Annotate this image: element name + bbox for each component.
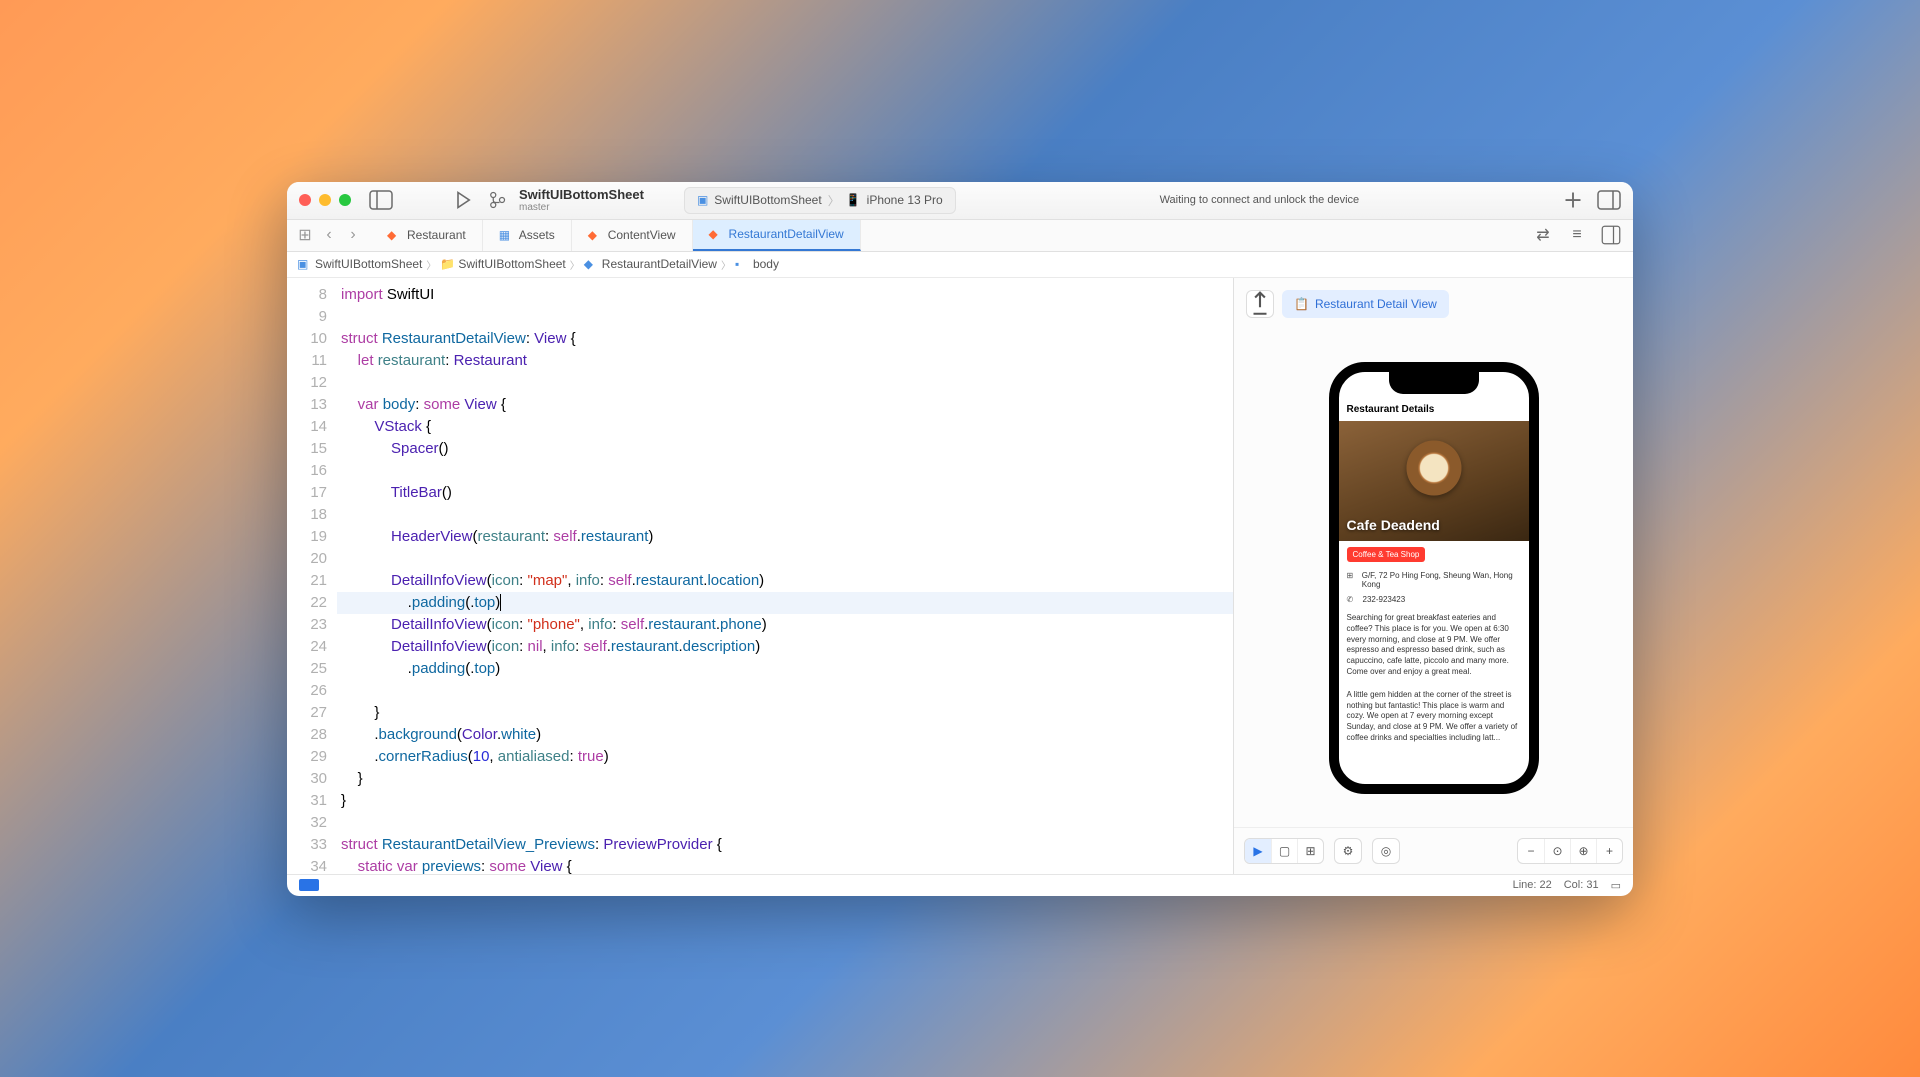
debug-area-icon[interactable]: ▭ xyxy=(1611,879,1621,892)
canvas-toggle-icon[interactable] xyxy=(1599,225,1623,245)
description-1: Searching for great breakfast eateries a… xyxy=(1339,607,1529,684)
tab-assets[interactable]: ▦Assets xyxy=(483,220,572,251)
tab-restaurant[interactable]: ◆Restaurant xyxy=(371,220,483,251)
toggle-navigator-icon[interactable] xyxy=(369,190,393,210)
line-gutter: 8910111213141516171819202122232425262728… xyxy=(287,278,337,874)
swift-icon: ◆ xyxy=(584,257,598,271)
tab-bar: ⊞ ‹ › ◆Restaurant▦Assets◆ContentView◆Res… xyxy=(287,220,1633,252)
address-row: ⊞ G/F, 72 Po Hing Fong, Sheung Wan, Hong… xyxy=(1339,568,1529,592)
variants-button[interactable]: ⊞ xyxy=(1297,839,1323,863)
preview-options-button[interactable]: ◎ xyxy=(1373,839,1399,863)
nav-back-icon[interactable]: ‹ xyxy=(319,226,339,244)
description-2: A little gem hidden at the corner of the… xyxy=(1339,684,1529,750)
statusbar: Line: 22 Col: 31 ▭ xyxy=(287,874,1633,896)
zoom-out-button[interactable]: − xyxy=(1518,839,1544,863)
property-icon: ▪ xyxy=(735,257,749,271)
swift-icon: ◆ xyxy=(588,228,602,242)
swift-icon: ◆ xyxy=(387,228,401,242)
category-badge: Coffee & Tea Shop xyxy=(1347,547,1426,562)
phone-icon: ✆ xyxy=(1347,595,1357,604)
code-content[interactable]: import SwiftUIstruct RestaurantDetailVie… xyxy=(337,278,1233,874)
latte-art xyxy=(1406,441,1461,496)
code-editor[interactable]: 8910111213141516171819202122232425262728… xyxy=(287,278,1233,874)
xcode-window: SwiftUIBottomSheet master ▣ SwiftUIBotto… xyxy=(287,182,1633,896)
library-icon[interactable] xyxy=(1597,190,1621,210)
swift-icon: ◆ xyxy=(709,227,723,241)
device-preview[interactable]: Restaurant Details Cafe Deadend Coffee &… xyxy=(1329,362,1539,794)
add-button[interactable] xyxy=(1561,190,1585,210)
device-settings-button[interactable]: ⚙ xyxy=(1335,839,1361,863)
selectable-button[interactable]: ▢ xyxy=(1271,839,1297,863)
project-title: SwiftUIBottomSheet xyxy=(519,187,644,202)
preview-toolbar: ▶ ▢ ⊞ ⚙ ◎ − ⊙ ⊕ + xyxy=(1234,827,1633,874)
zoom-window-button[interactable] xyxy=(339,194,351,206)
titlebar: SwiftUIBottomSheet master ▣ SwiftUIBotto… xyxy=(287,182,1633,220)
run-button[interactable] xyxy=(451,190,475,210)
close-window-button[interactable] xyxy=(299,194,311,206)
live-preview-button[interactable]: ▶ xyxy=(1245,839,1271,863)
hero-image: Cafe Deadend xyxy=(1339,421,1529,541)
scheme-selector[interactable]: ▣ SwiftUIBottomSheet 〉 📱 iPhone 13 Pro xyxy=(684,187,956,214)
status-message: Waiting to connect and unlock the device xyxy=(1160,194,1360,206)
pin-preview-button[interactable] xyxy=(1246,290,1274,318)
window-controls xyxy=(299,194,351,206)
zoom-fit-button[interactable]: ⊙ xyxy=(1544,839,1570,863)
preview-label[interactable]: 📋 Restaurant Detail View xyxy=(1282,290,1449,318)
folder-icon: 📁 xyxy=(440,257,454,271)
cursor-line: Line: 22 xyxy=(1513,879,1552,891)
tab-contentview[interactable]: ◆ContentView xyxy=(572,220,693,251)
phone-row: ✆ 232-923423 xyxy=(1339,592,1529,607)
clipboard-icon: 📋 xyxy=(1294,297,1309,311)
status-indicator xyxy=(299,879,319,891)
scheme-name: SwiftUIBottomSheet xyxy=(714,193,821,207)
preview-canvas: 📋 Restaurant Detail View Restaurant Deta… xyxy=(1233,278,1633,874)
app-icon: ▣ xyxy=(297,257,311,271)
nav-forward-icon[interactable]: › xyxy=(343,226,363,244)
main-area: 8910111213141516171819202122232425262728… xyxy=(287,278,1633,874)
device-notch xyxy=(1389,372,1479,394)
minimize-window-button[interactable] xyxy=(319,194,331,206)
assets-icon: ▦ xyxy=(499,228,513,242)
breadcrumb[interactable]: ▣ SwiftUIBottomSheet 〉 📁 SwiftUIBottomSh… xyxy=(287,252,1633,278)
sync-icon[interactable]: ⇄ xyxy=(1531,225,1555,245)
zoom-actual-button[interactable]: ⊕ xyxy=(1570,839,1596,863)
map-icon: ⊞ xyxy=(1347,571,1356,589)
cursor-col: Col: 31 xyxy=(1564,879,1599,891)
branch-name: master xyxy=(519,202,644,213)
tab-restaurantdetailview[interactable]: ◆RestaurantDetailView xyxy=(693,220,861,251)
restaurant-name: Cafe Deadend xyxy=(1347,517,1440,533)
device-name: iPhone 13 Pro xyxy=(867,193,943,207)
adjust-editor-icon[interactable]: ≡ xyxy=(1565,225,1589,245)
scheme-icon[interactable] xyxy=(485,190,509,210)
related-items-icon[interactable]: ⊞ xyxy=(295,225,315,245)
zoom-in-button[interactable]: + xyxy=(1596,839,1622,863)
